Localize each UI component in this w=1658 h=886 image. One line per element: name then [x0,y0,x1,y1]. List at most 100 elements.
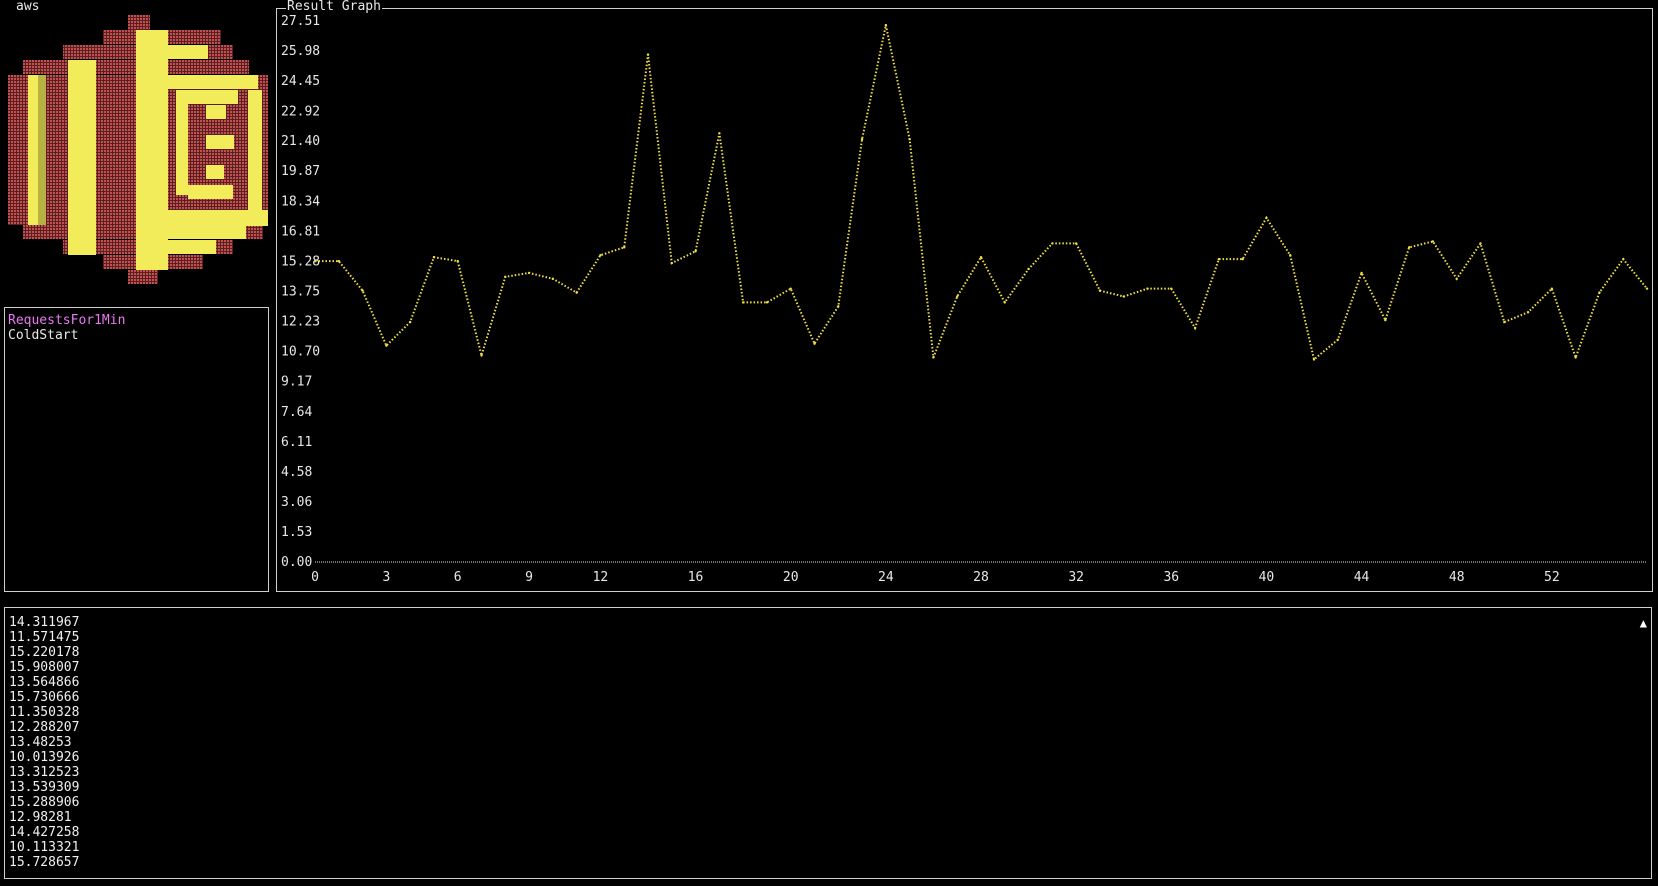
data-point [1170,287,1173,290]
log-line: 12.288207 [9,720,80,735]
data-point [694,250,697,253]
y-tick-label: 16.81 [281,224,320,239]
x-tick-label: 0 [311,570,319,585]
x-tick-label: 32 [1068,570,1084,585]
y-tick-label: 12.23 [281,314,320,329]
y-tick-label: 0.00 [281,555,312,570]
x-tick-label: 48 [1449,570,1465,585]
data-point [718,132,721,135]
metric-item-requests[interactable]: RequestsFor1Min [8,313,125,328]
x-tick-label: 9 [525,570,533,585]
data-point [956,295,959,298]
x-tick-label: 52 [1544,570,1560,585]
data-point [765,301,769,304]
log-line: 14.311967 [9,615,80,630]
x-tick-label: 24 [878,570,894,585]
aws-lambda-logo-icon [8,15,268,284]
arrow-up-icon[interactable]: ▲ [1640,616,1647,630]
data-point [860,137,864,141]
data-point [527,271,531,275]
data-point [1051,242,1054,245]
y-tick-label: 19.87 [281,164,320,179]
data-point [480,354,483,357]
x-tick-label: 3 [382,570,390,585]
data-point [1241,257,1244,261]
data-point [1479,242,1482,245]
log-line: 10.113321 [9,840,80,855]
data-point [646,53,650,56]
data-point [813,342,816,345]
data-point [1550,287,1554,290]
data-point [1336,338,1339,341]
metrics-panel: RequestsFor1Min ColdStart [4,307,269,592]
y-tick-label: 7.64 [281,405,312,420]
data-point [1122,295,1125,298]
data-point [313,259,317,263]
data-point [884,23,888,27]
data-point [504,275,507,279]
y-tick-label: 9.17 [281,375,312,390]
logo-title: aws [16,0,40,14]
log-line: 14.427258 [9,825,80,840]
log-line: 11.350328 [9,705,80,720]
log-line: 13.564866 [9,675,80,690]
data-point [1526,311,1530,314]
data-point [385,344,388,347]
log-line: 11.571475 [9,630,80,645]
log-line: 13.539309 [9,780,80,795]
y-tick-label: 24.45 [281,74,320,89]
x-tick-label: 12 [593,570,609,585]
log-line: 13.48253 [9,735,72,750]
data-point [1503,320,1506,324]
y-tick-label: 1.53 [281,525,312,540]
data-point [361,289,364,292]
log-line: 15.728657 [9,855,80,870]
data-point [741,301,745,304]
result-graph-chart: 0.00 1.53 3.06 4.58 6.11 7.64 9.17 10.70 12.23 13… [281,14,1649,585]
log-line: 15.220178 [9,645,80,660]
metric-item-coldstart[interactable]: ColdStart [8,328,78,343]
data-point [789,287,792,290]
x-tick-label: 20 [783,570,799,585]
data-point [599,254,602,257]
data-point [1146,287,1149,290]
log-line: 13.312523 [9,765,80,780]
log-line: 10.013926 [9,750,80,765]
data-point [837,305,840,308]
y-tick-label: 18.34 [281,194,320,209]
log-line: 15.908007 [9,660,80,675]
x-tick-label: 36 [1163,570,1179,585]
log-line: 15.288906 [9,795,80,810]
data-point [1407,246,1411,249]
data-point [1431,240,1435,243]
x-tick-label: 40 [1259,570,1275,585]
data-point [1217,257,1221,261]
log-line: 12.98281 [9,810,72,825]
data-point [1645,287,1649,290]
data-point [1289,254,1292,257]
data-point [1312,358,1316,361]
data-point [1622,257,1625,261]
data-point [1265,216,1268,220]
data-point [337,259,340,263]
data-point [1003,301,1006,304]
y-tick-label: 21.40 [281,134,320,149]
y-tick-label: 22.92 [281,104,320,119]
y-tick-label: 4.58 [281,465,312,480]
data-point [432,255,436,259]
y-tick-label: 3.06 [281,495,312,510]
data-point [908,137,911,141]
series-line [313,23,1649,362]
data-point [575,291,578,294]
y-tick-label: 13.75 [281,285,320,300]
x-tick-label: 16 [688,570,704,585]
data-point [932,356,935,359]
data-point [623,246,626,249]
y-tick-label: 25.98 [281,44,320,59]
data-point [1027,267,1030,271]
data-point [1360,271,1363,275]
data-point [1098,289,1102,292]
log-panel[interactable]: ▲ 14.311967 11.571475 15.220178 15.908007 13… [4,607,1652,879]
data-point [1574,356,1577,359]
y-tick-label: 27.51 [281,14,320,29]
